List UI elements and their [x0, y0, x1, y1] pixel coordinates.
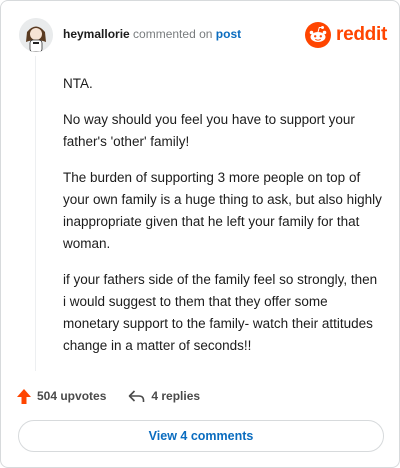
comment-paragraph: NTA.	[63, 76, 93, 91]
comment-paragraph: No way should you feel you have to suppo…	[63, 112, 355, 149]
reply-arrow-icon	[129, 389, 145, 402]
reply-button[interactable]: 4 replies	[128, 389, 200, 403]
thread-line	[35, 56, 36, 371]
post-link[interactable]: post	[216, 27, 241, 41]
view-comments-button[interactable]: View 4 comments	[18, 420, 384, 452]
upvote-count: 504 upvotes	[37, 389, 107, 403]
action-text: commented on	[133, 27, 213, 41]
comment-paragraph: if your fathers side of the family feel …	[63, 272, 378, 353]
reply-count: 4 replies	[151, 389, 201, 403]
comment-body: NTA. No way should you feel you have to …	[63, 73, 383, 371]
comment-header: heymallorie commented on post reddit	[19, 16, 387, 56]
comment-paragraph: The burden of supporting 3 more people o…	[63, 170, 382, 251]
comment-card: heymallorie commented on post reddit NTA…	[0, 0, 400, 468]
user-avatar[interactable]	[19, 18, 53, 52]
comment-byline: heymallorie commented on post	[63, 27, 241, 41]
username-link[interactable]: heymallorie	[63, 27, 130, 41]
reddit-wordmark: reddit	[336, 24, 387, 45]
upvote-button[interactable]: 504 upvotes	[17, 388, 107, 404]
reddit-alien-icon	[305, 22, 332, 48]
comment-actions: 504 upvotes 4 replies	[17, 386, 222, 406]
avatar-icon	[19, 18, 53, 52]
reddit-logo[interactable]: reddit	[305, 21, 387, 49]
upvote-arrow-icon	[17, 388, 31, 404]
